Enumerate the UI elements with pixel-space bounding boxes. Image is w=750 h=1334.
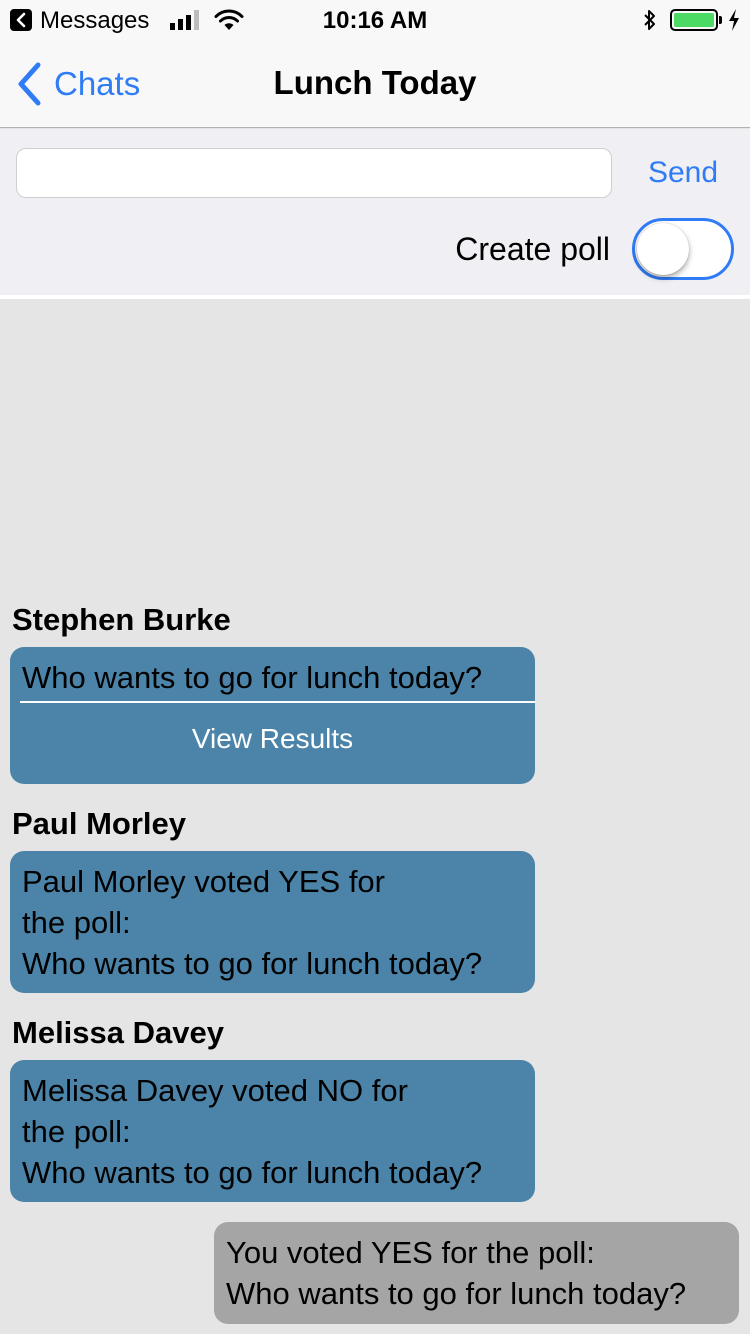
own-message-text: You voted YES for the poll: Who wants to… [226, 1235, 687, 1311]
create-poll-toggle[interactable] [632, 218, 734, 280]
poll-divider [20, 701, 535, 703]
chat-screen: Messages 10:16 AM Chats Lunch Today Send… [0, 0, 750, 1334]
toggle-knob [637, 223, 689, 275]
battery-icon [670, 9, 718, 31]
message-text: Melissa Davey voted NO for the poll: Who… [22, 1073, 483, 1190]
battery-level [674, 13, 714, 27]
status-bar: Messages 10:16 AM [0, 0, 750, 40]
bluetooth-icon [644, 10, 655, 30]
poll-bubble: Who wants to go for lunch today? View Re… [10, 647, 535, 784]
sender-name: Paul Morley [12, 806, 186, 841]
page-title: Lunch Today [273, 64, 477, 101]
sender-name: Melissa Davey [12, 1015, 224, 1050]
poll-question: Who wants to go for lunch today? [22, 660, 483, 695]
view-results-button[interactable]: View Results [10, 723, 535, 755]
battery-tip [719, 16, 722, 24]
charging-bolt-icon [729, 9, 739, 31]
own-message-bubble: You voted YES for the poll: Who wants to… [214, 1222, 739, 1324]
message-bubble: Melissa Davey voted NO for the poll: Who… [10, 1060, 535, 1202]
composer-divider [0, 295, 750, 299]
status-time: 10:16 AM [322, 7, 428, 34]
create-poll-label: Create poll [455, 231, 610, 267]
message-text: Paul Morley voted YES for the poll: Who … [22, 864, 483, 981]
sender-name: Stephen Burke [12, 602, 231, 637]
composer-panel: Send Create poll [0, 129, 750, 295]
message-input[interactable] [16, 148, 612, 198]
send-button[interactable]: Send [628, 156, 738, 196]
navigation-bar: Chats Lunch Today [0, 40, 750, 128]
message-bubble: Paul Morley voted YES for the poll: Who … [10, 851, 535, 993]
